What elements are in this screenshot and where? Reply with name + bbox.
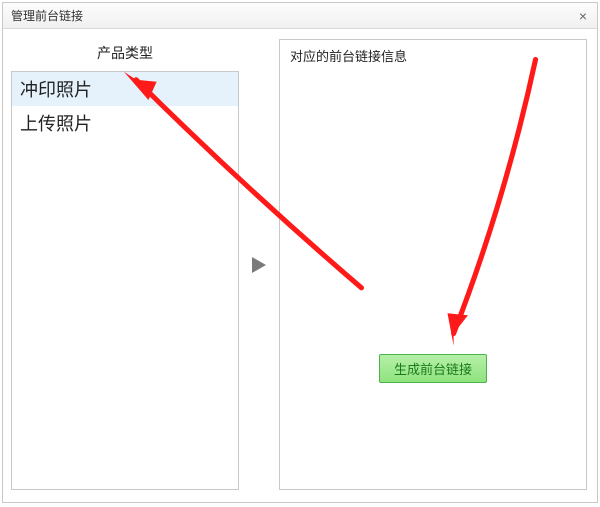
titlebar: 管理前台链接 × bbox=[3, 3, 597, 29]
right-header: 对应的前台链接信息 bbox=[280, 40, 586, 71]
list-item[interactable]: 上传照片 bbox=[12, 106, 238, 140]
product-type-list[interactable]: 冲印照片 上传照片 bbox=[11, 71, 239, 490]
dialog-title: 管理前台链接 bbox=[11, 7, 83, 24]
mid-arrow-column bbox=[247, 39, 271, 490]
left-column: 产品类型 冲印照片 上传照片 bbox=[11, 39, 239, 490]
right-panel: 对应的前台链接信息 生成前台链接 bbox=[279, 39, 587, 490]
left-header: 产品类型 bbox=[11, 39, 239, 71]
generate-link-button[interactable]: 生成前台链接 bbox=[379, 354, 487, 383]
dialog-body: 产品类型 冲印照片 上传照片 对应的前台链接信息 生成前台链接 bbox=[3, 29, 597, 502]
right-column: 对应的前台链接信息 生成前台链接 bbox=[279, 39, 587, 490]
list-item[interactable]: 冲印照片 bbox=[12, 72, 238, 106]
play-icon bbox=[250, 255, 268, 275]
close-icon[interactable]: × bbox=[575, 8, 591, 24]
dialog-window: 管理前台链接 × 产品类型 冲印照片 上传照片 对应的前台链接信息 生成前台链接 bbox=[2, 2, 598, 503]
